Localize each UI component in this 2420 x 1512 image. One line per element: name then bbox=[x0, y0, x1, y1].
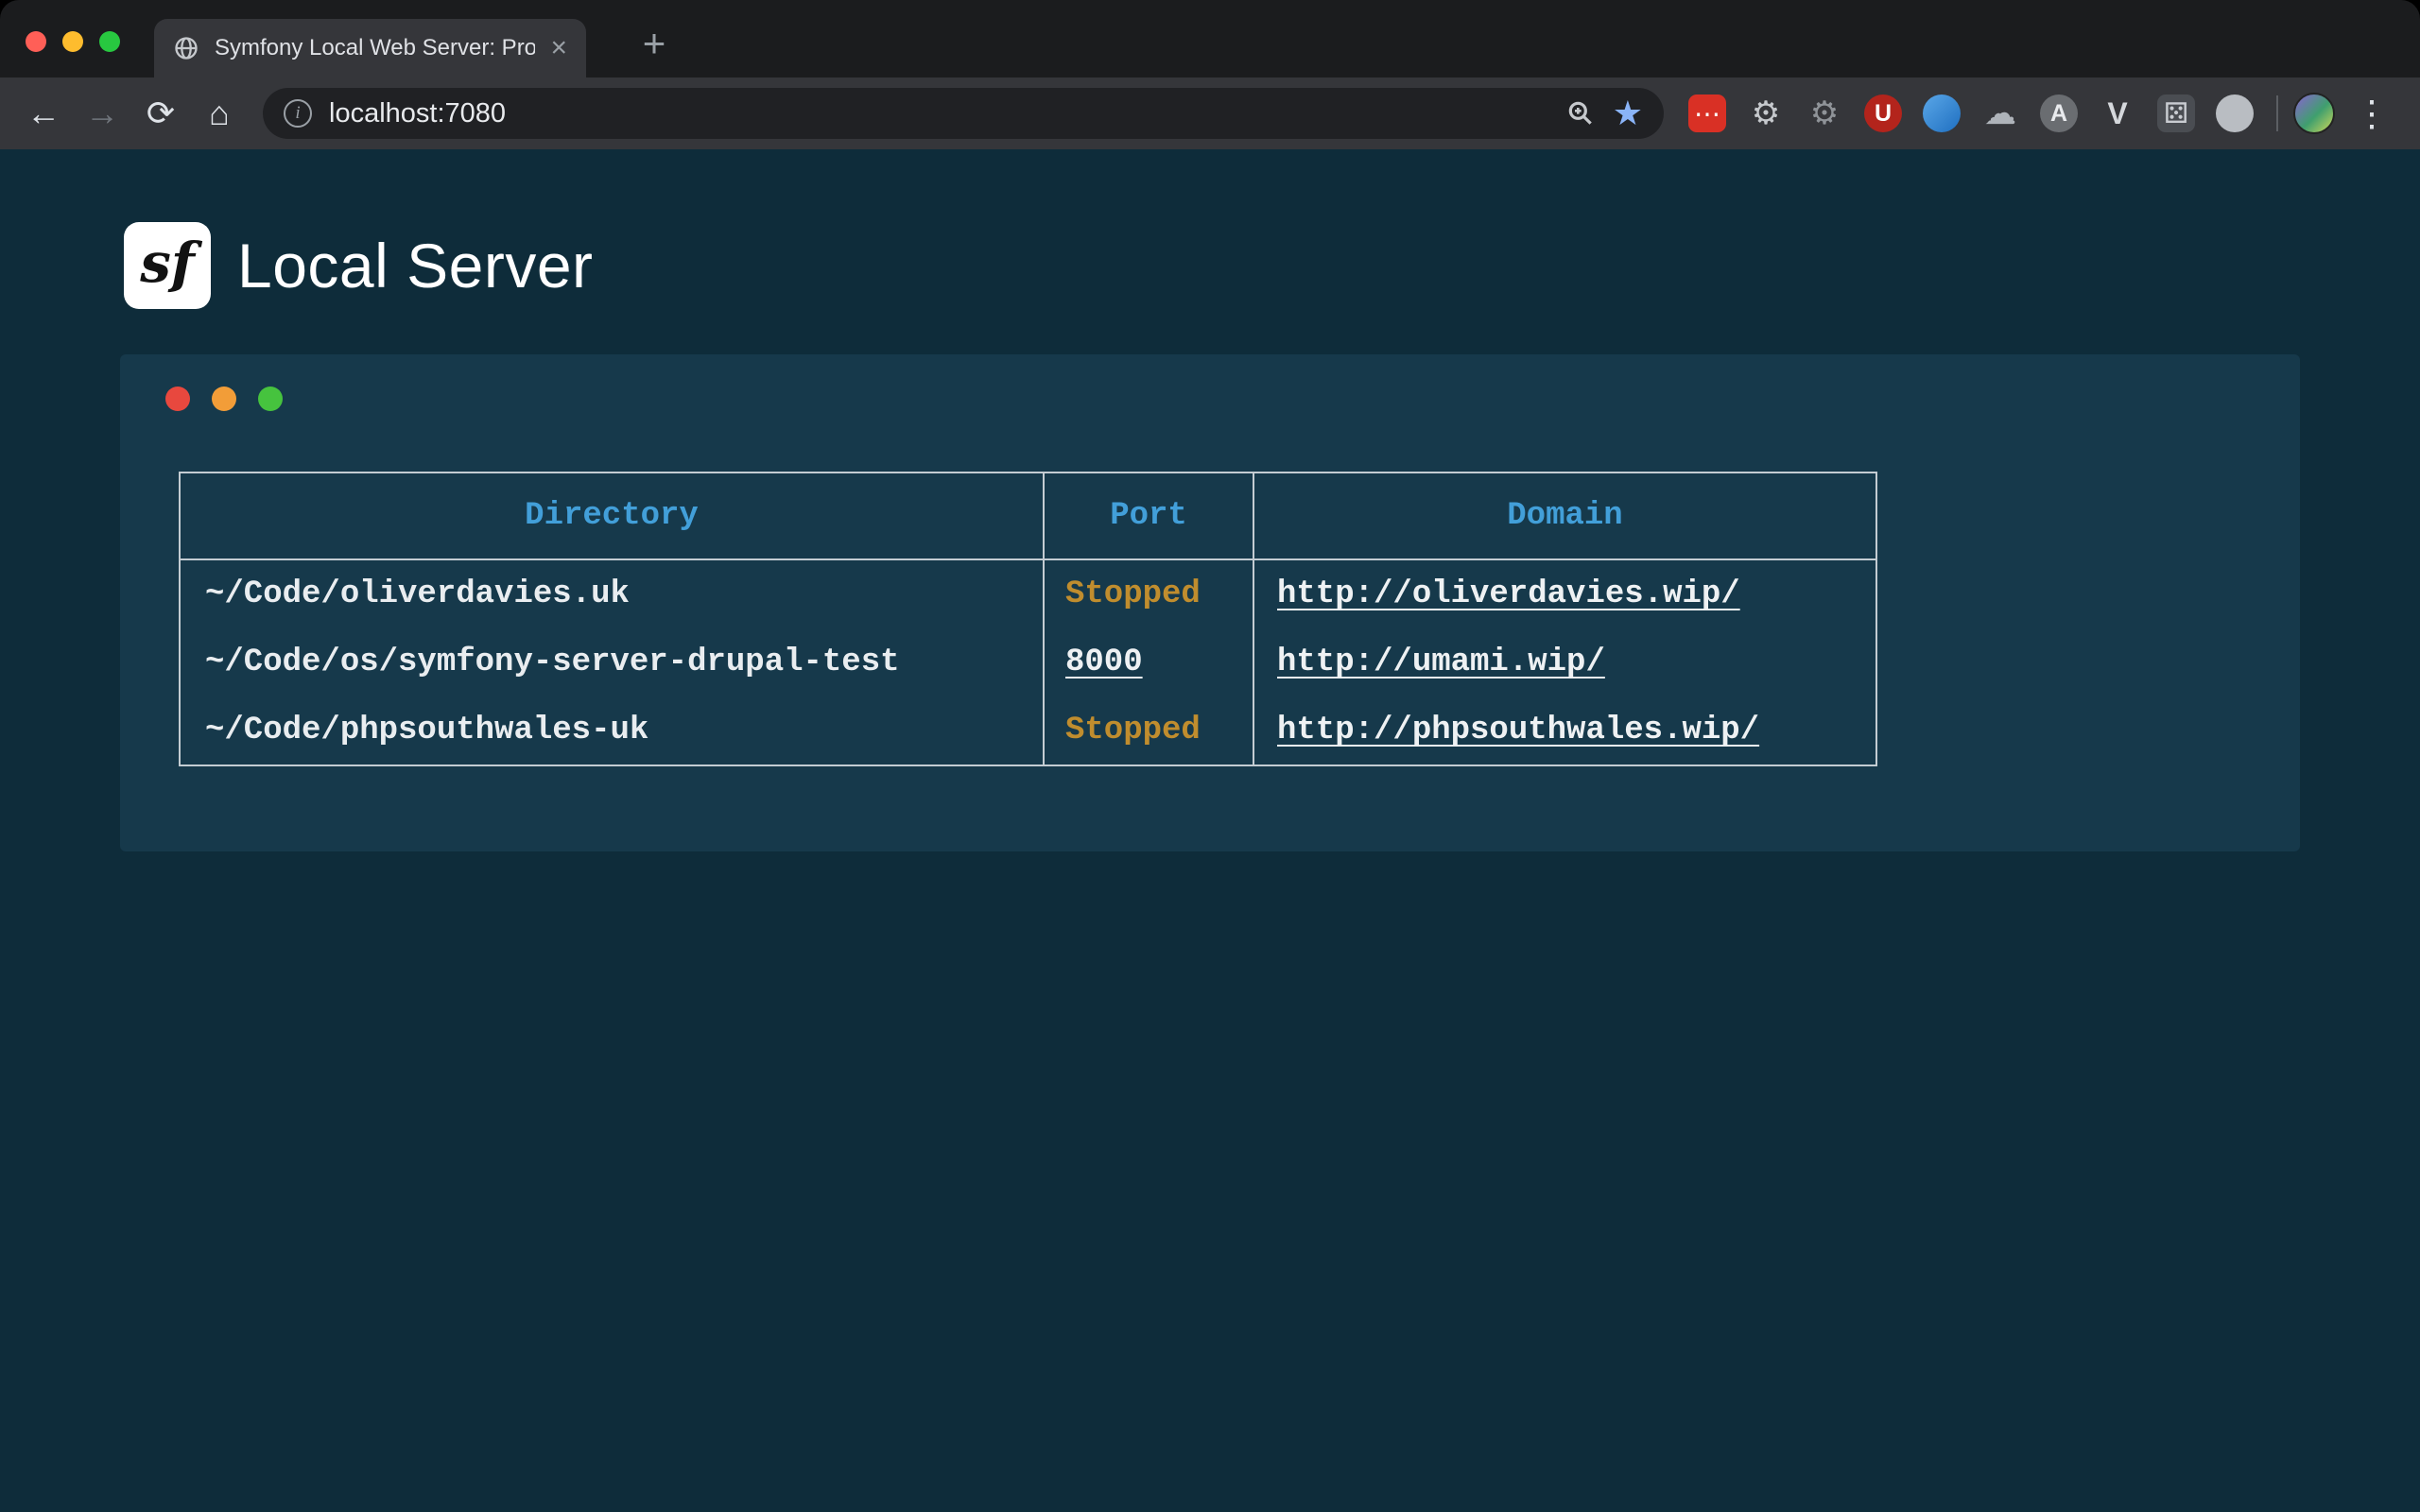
page-title: Local Server bbox=[237, 230, 594, 301]
forward-button[interactable]: → bbox=[76, 87, 129, 140]
extension-blue-circle-icon[interactable] bbox=[1923, 94, 1961, 132]
extension-v-icon[interactable]: V bbox=[2099, 94, 2136, 132]
page-content: sf Local Server Directory Port Domain ~/… bbox=[0, 149, 2420, 1512]
minimize-window-button[interactable] bbox=[62, 31, 83, 52]
zoom-icon[interactable] bbox=[1565, 98, 1596, 129]
extension-github-icon[interactable] bbox=[2216, 94, 2254, 132]
table-row-domain: http://oliverdavies.wip/ bbox=[1254, 560, 1876, 628]
site-info-icon[interactable]: i bbox=[284, 99, 312, 128]
table-row-domain: http://umami.wip/ bbox=[1254, 628, 1876, 696]
brand-header: sf Local Server bbox=[124, 222, 2420, 309]
extension-dice-icon[interactable]: ⚄ bbox=[2157, 94, 2195, 132]
status-badge: Stopped bbox=[1065, 576, 1201, 612]
column-header-domain: Domain bbox=[1254, 473, 1876, 560]
column-header-directory: Directory bbox=[181, 473, 1045, 560]
extension-gear-icon[interactable]: ⚙ bbox=[1747, 94, 1785, 132]
extension-cog-icon[interactable]: ⚙ bbox=[1806, 94, 1843, 132]
new-tab-button[interactable]: + bbox=[631, 21, 677, 66]
servers-table: Directory Port Domain ~/Code/oliverdavie… bbox=[179, 472, 1877, 766]
close-window-button[interactable] bbox=[26, 31, 46, 52]
domain-link[interactable]: http://umami.wip/ bbox=[1277, 644, 1605, 680]
extension-ublock-icon[interactable]: U bbox=[1864, 94, 1902, 132]
table-row-port: 8000 bbox=[1045, 628, 1254, 696]
extensions-area: ⋯ ⚙ ⚙ U ☁ A V ⚄ bbox=[1681, 94, 2261, 132]
table-row-directory: ~/Code/oliverdavies.uk bbox=[181, 560, 1045, 628]
table-row-port: Stopped bbox=[1045, 696, 1254, 765]
address-bar[interactable]: i localhost:7080 ★ bbox=[263, 88, 1664, 139]
toolbar-divider bbox=[2276, 95, 2278, 131]
zoom-window-button[interactable] bbox=[99, 31, 120, 52]
symfony-logo: sf bbox=[124, 222, 211, 309]
globe-favicon-icon bbox=[173, 35, 199, 61]
reload-button[interactable]: ⟳ bbox=[134, 87, 187, 140]
server-panel: Directory Port Domain ~/Code/oliverdavie… bbox=[120, 354, 2300, 851]
browser-menu-icon[interactable]: ⋮ bbox=[2341, 93, 2403, 135]
browser-toolbar: ← → ⟳ ⌂ i localhost:7080 ★ ⋯ ⚙ ⚙ U ☁ A V… bbox=[0, 77, 2420, 149]
panel-window-dots bbox=[165, 387, 2300, 411]
column-header-port: Port bbox=[1045, 473, 1254, 560]
tab-strip: Symfony Local Web Server: Prox × + bbox=[0, 0, 2420, 77]
port-link[interactable]: 8000 bbox=[1065, 644, 1143, 680]
bookmark-star-icon[interactable]: ★ bbox=[1613, 96, 1643, 130]
table-row-directory: ~/Code/os/symfony-server-drupal-test bbox=[181, 628, 1045, 696]
home-button[interactable]: ⌂ bbox=[193, 87, 246, 140]
domain-link[interactable]: http://oliverdavies.wip/ bbox=[1277, 576, 1740, 612]
browser-window: Symfony Local Web Server: Prox × + ← → ⟳… bbox=[0, 0, 2420, 1512]
profile-avatar[interactable] bbox=[2293, 93, 2335, 134]
panel-red-dot-icon bbox=[165, 387, 190, 411]
url-text[interactable]: localhost:7080 bbox=[329, 98, 1548, 129]
panel-green-dot-icon bbox=[258, 387, 283, 411]
table-row-domain: http://phpsouthwales.wip/ bbox=[1254, 696, 1876, 765]
tab-close-icon[interactable]: × bbox=[550, 34, 567, 62]
table-row-port: Stopped bbox=[1045, 560, 1254, 628]
tab-title: Symfony Local Web Server: Prox bbox=[215, 35, 535, 61]
extension-a-icon[interactable]: A bbox=[2040, 94, 2078, 132]
browser-tab[interactable]: Symfony Local Web Server: Prox × bbox=[154, 19, 586, 77]
traffic-lights bbox=[26, 31, 120, 52]
symfony-logo-glyph: sf bbox=[140, 231, 195, 295]
panel-orange-dot-icon bbox=[212, 387, 236, 411]
extension-dots-icon[interactable]: ⋯ bbox=[1688, 94, 1726, 132]
domain-link[interactable]: http://phpsouthwales.wip/ bbox=[1277, 713, 1759, 748]
table-row-directory: ~/Code/phpsouthwales-uk bbox=[181, 696, 1045, 765]
back-button[interactable]: ← bbox=[17, 87, 70, 140]
status-badge: Stopped bbox=[1065, 713, 1201, 748]
extension-cloud-icon[interactable]: ☁ bbox=[1981, 94, 2019, 132]
